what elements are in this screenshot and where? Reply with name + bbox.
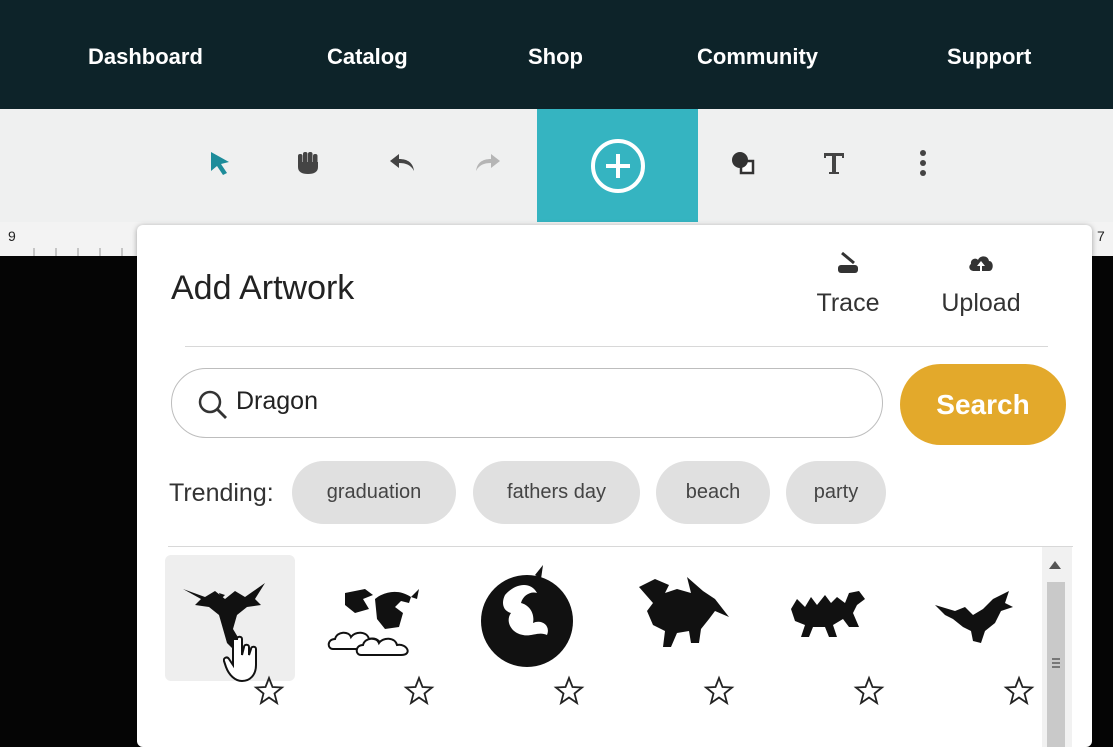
- search-icon: [198, 390, 227, 419]
- artwork-result[interactable]: [465, 555, 595, 725]
- nav-catalog[interactable]: Catalog: [327, 44, 408, 76]
- search-input[interactable]: Dragon: [171, 368, 883, 438]
- add-artwork-button[interactable]: [537, 109, 698, 222]
- dragon-standing-icon: [639, 577, 729, 647]
- search-value: Dragon: [236, 387, 318, 415]
- trace-icon: [838, 251, 858, 273]
- undo-button[interactable]: [382, 143, 422, 183]
- redo-icon: [476, 154, 500, 171]
- nav-support[interactable]: Support: [947, 44, 1031, 76]
- redo-button[interactable]: [468, 143, 508, 183]
- trending-chip-beach[interactable]: beach: [656, 461, 770, 524]
- scrollbar-grip: [1052, 666, 1060, 668]
- results-divider: [168, 546, 1073, 547]
- shapes-icon: [732, 152, 755, 175]
- panel-title: Add Artwork: [171, 269, 355, 307]
- scrollbar-grip: [1052, 662, 1060, 664]
- editor-toolbar: [0, 109, 1113, 223]
- add-icon: [590, 138, 645, 193]
- artwork-result[interactable]: [165, 555, 295, 725]
- shapes-tool-button[interactable]: [723, 143, 763, 183]
- nav-shop[interactable]: Shop: [528, 44, 583, 76]
- trace-label: Trace: [816, 289, 880, 317]
- trending-chip-fathers-day[interactable]: fathers day: [473, 461, 640, 524]
- dragon-circle-icon: [481, 565, 573, 667]
- trending-chip-graduation[interactable]: graduation: [292, 461, 456, 524]
- search-button[interactable]: Search: [900, 364, 1066, 445]
- favorite-star-icon[interactable]: [1003, 675, 1035, 707]
- favorite-star-icon[interactable]: [253, 675, 285, 707]
- dragon-welsh-icon: [791, 591, 865, 637]
- more-icon: [920, 150, 926, 176]
- favorite-star-icon[interactable]: [703, 675, 735, 707]
- artwork-result[interactable]: [765, 555, 895, 725]
- favorite-star-icon[interactable]: [553, 675, 585, 707]
- artwork-result[interactable]: [615, 555, 745, 725]
- ruler-ticks: [33, 248, 123, 256]
- top-navigation: Dashboard Catalog Shop Community Support: [0, 0, 1113, 109]
- upload-button[interactable]: Upload: [923, 245, 1039, 325]
- dragon-cloud-icon: [327, 589, 419, 656]
- favorite-star-icon[interactable]: [853, 675, 885, 707]
- trace-button[interactable]: Trace: [803, 245, 893, 325]
- nav-community[interactable]: Community: [697, 44, 818, 76]
- favorite-star-icon[interactable]: [403, 675, 435, 707]
- trending-chip-party[interactable]: party: [786, 461, 886, 524]
- upload-label: Upload: [941, 289, 1021, 317]
- ruler-number-right: 7: [1097, 228, 1105, 244]
- more-options-button[interactable]: [903, 143, 943, 183]
- artwork-result[interactable]: [915, 555, 1045, 725]
- scrollbar-grip: [1052, 658, 1060, 660]
- nav-dashboard[interactable]: Dashboard: [88, 44, 203, 76]
- pan-tool-button[interactable]: [288, 143, 328, 183]
- trending-label: Trending:: [169, 479, 274, 507]
- add-artwork-panel: Add Artwork Trace Upload Dragon Search T…: [137, 225, 1092, 747]
- artwork-result[interactable]: [315, 555, 445, 725]
- scroll-up-arrow-icon[interactable]: [1045, 557, 1065, 573]
- text-tool-button[interactable]: [814, 143, 854, 183]
- undo-icon: [390, 154, 414, 171]
- cloud-upload-icon: [969, 256, 993, 271]
- scrollbar-thumb[interactable]: [1047, 582, 1065, 747]
- artwork-results: [165, 555, 1045, 747]
- select-tool-button[interactable]: [200, 143, 240, 183]
- hand-icon: [298, 152, 318, 174]
- panel-divider: [185, 346, 1048, 347]
- select-arrow-icon: [211, 152, 229, 175]
- dragon-soaring-icon: [935, 591, 1013, 643]
- text-icon: [824, 153, 844, 174]
